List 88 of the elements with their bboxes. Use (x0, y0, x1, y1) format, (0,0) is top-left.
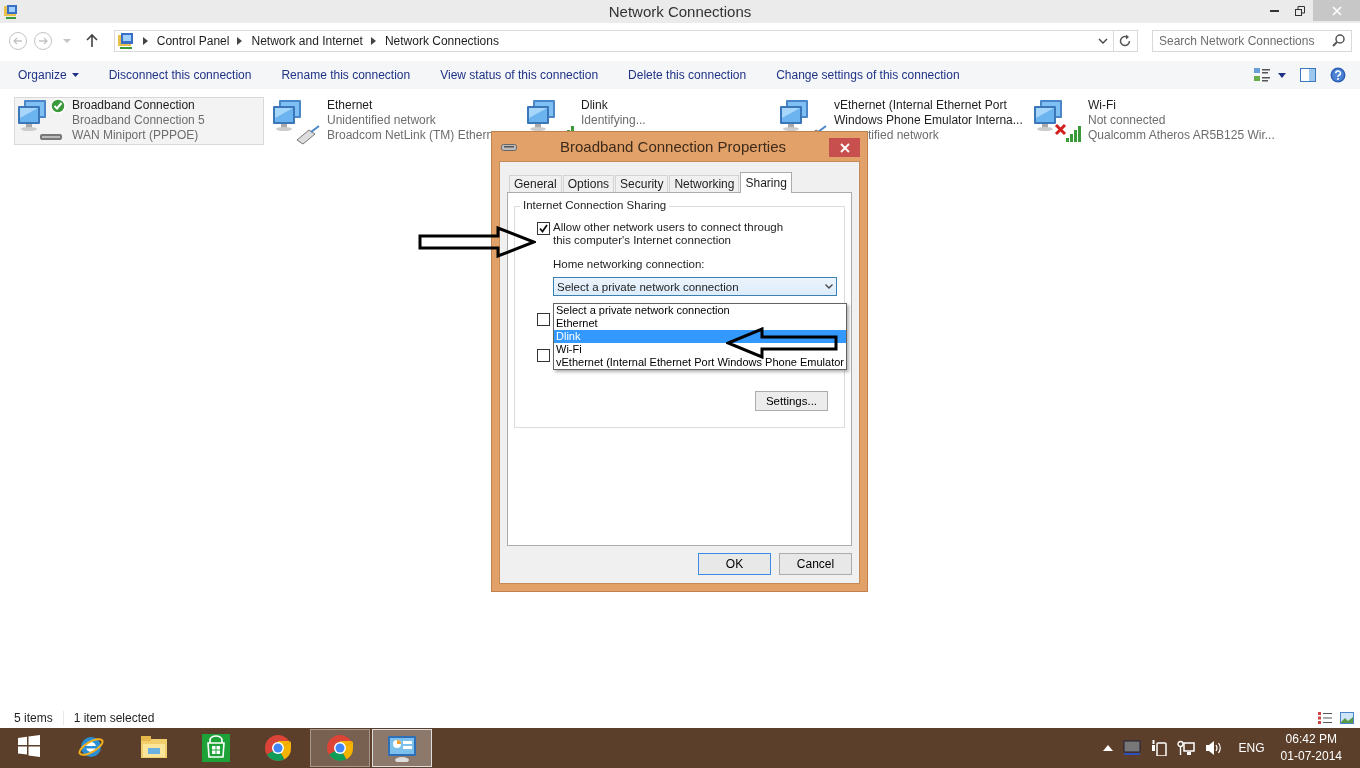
organize-menu[interactable]: Organize (10, 64, 87, 86)
dropdown-option[interactable]: Wi-Fi (554, 343, 846, 356)
tab[interactable]: Networking (669, 175, 740, 192)
chevron-icon (237, 37, 244, 45)
field-label: Home networking connection: (553, 258, 706, 270)
show-hidden-icons-button[interactable] (1102, 745, 1113, 751)
checkbox[interactable] (537, 222, 550, 235)
modem-icon (501, 141, 517, 152)
connection-name: Ethernet (327, 98, 374, 113)
show-hidden-icons-icon (1102, 745, 1113, 751)
details-view-button[interactable] (1318, 712, 1332, 724)
command-button[interactable]: Disconnect this connection (100, 64, 260, 86)
help-icon (1330, 67, 1346, 83)
command-button[interactable]: Change settings of this connection (768, 64, 968, 86)
checkmark-icon (539, 224, 548, 233)
dropdown-option[interactable]: Ethernet (554, 317, 846, 330)
breadcrumb-link[interactable]: Network and Internet (251, 34, 363, 48)
dialog-title: Broadband Connection Properties (560, 138, 786, 155)
close-button[interactable] (829, 138, 860, 157)
connection-name: Dlink (581, 98, 609, 113)
breadcrumb-link[interactable]: Control Panel (156, 34, 230, 48)
connection-status: Broadband Connection 5 (72, 113, 205, 128)
store-icon (202, 734, 230, 762)
connection-status: Not connected (1088, 113, 1167, 128)
control-panel-icon (386, 734, 418, 762)
preview-pane-button[interactable] (1300, 68, 1316, 82)
view-options-button[interactable] (1254, 68, 1286, 82)
minimize-icon (1269, 9, 1279, 12)
dropdown-option[interactable]: Select a private network connection (554, 304, 846, 317)
search-icon (1332, 34, 1345, 47)
browser-icon (264, 734, 292, 762)
address-bar[interactable]: Control Panel Network and Internet Network Connections (113, 30, 1114, 52)
group-title: Internet Connection Sharing (520, 199, 670, 211)
adapter-name: Qualcomm Atheros AR5B125 Wir... (1088, 128, 1275, 143)
dropdown-option[interactable]: vEthernet (Internal Ethernet Port Windows Phone Emulator (554, 356, 846, 369)
checkbox[interactable] (537, 313, 550, 326)
restore-icon (1295, 5, 1305, 16)
taskbar-button[interactable] (372, 729, 432, 767)
close-icon (839, 142, 850, 153)
connection-status: Identifying... (581, 113, 646, 128)
command-button[interactable]: Rename this connection (273, 64, 419, 86)
window-title: Network Connections (608, 3, 752, 20)
chevron-icon (370, 37, 377, 45)
large-icons-view-button[interactable] (1340, 712, 1354, 724)
adapter-name: WAN Miniport (PPPOE) (72, 128, 200, 143)
ok-button[interactable]: OK (698, 553, 771, 575)
image-icon (1340, 712, 1354, 724)
control-panel-icon (3, 3, 19, 20)
refresh-button[interactable] (1113, 30, 1138, 52)
tab[interactable]: Security (615, 175, 669, 192)
refresh-icon (1118, 34, 1133, 48)
connection-item[interactable]: Broadband Connection Broadband Connection 5 WAN Miniport (PPPOE) (14, 97, 264, 145)
connection-status: Unidentified network (327, 113, 437, 128)
details-icon (1318, 712, 1332, 724)
chevron-icon (142, 37, 149, 45)
caret-icon (71, 73, 79, 77)
tab[interactable]: General (509, 175, 562, 192)
command-button[interactable]: Delete this connection (620, 64, 755, 86)
close-icon (1331, 5, 1342, 16)
chevron-down-icon (1097, 38, 1108, 44)
selection-count: 1 item selected (73, 711, 155, 725)
command-button[interactable]: View status of this connection (432, 64, 607, 86)
connection-item[interactable]: Wi-Fi Not connected Qualcomm Atheros AR5B125 Wir... (1030, 97, 1280, 145)
caret-icon (63, 39, 72, 43)
connection-name: Wi-Fi (1088, 98, 1117, 113)
browser-icon (326, 734, 354, 762)
pane-icon (1300, 68, 1316, 82)
breadcrumb-link[interactable]: Network Connections (384, 34, 499, 48)
caret-icon (1278, 72, 1286, 78)
cancel-button[interactable]: Cancel (779, 553, 852, 575)
help-button[interactable] (1330, 67, 1346, 83)
checkbox[interactable] (537, 349, 550, 362)
clock-time[interactable]: 06:42 PM (1285, 731, 1337, 748)
settings-button[interactable]: Settings... (755, 391, 828, 411)
control-panel-icon (116, 32, 135, 50)
clock-date[interactable]: 01-07-2014 (1280, 748, 1342, 765)
search-field[interactable]: Search Network Connections (1152, 30, 1352, 52)
dropdown[interactable]: Select a private network connection (553, 277, 837, 296)
connection-name: vEthernet (Internal Ethernet Port Windows Phone Emulator Interna... (834, 98, 1024, 128)
connection-name: Broadband Connection (72, 98, 196, 113)
connection-status: tified network (868, 128, 940, 143)
chevron-down-icon (825, 284, 833, 289)
tab[interactable]: Options (562, 175, 615, 192)
language-indicator[interactable]: ENG (1238, 741, 1265, 755)
item-count: 5 items (14, 711, 64, 725)
tab[interactable]: Sharing (740, 172, 792, 193)
checkbox-label: Allow other network users to connect through this computer's Internet connection (553, 221, 785, 247)
view-icon (1254, 68, 1270, 82)
